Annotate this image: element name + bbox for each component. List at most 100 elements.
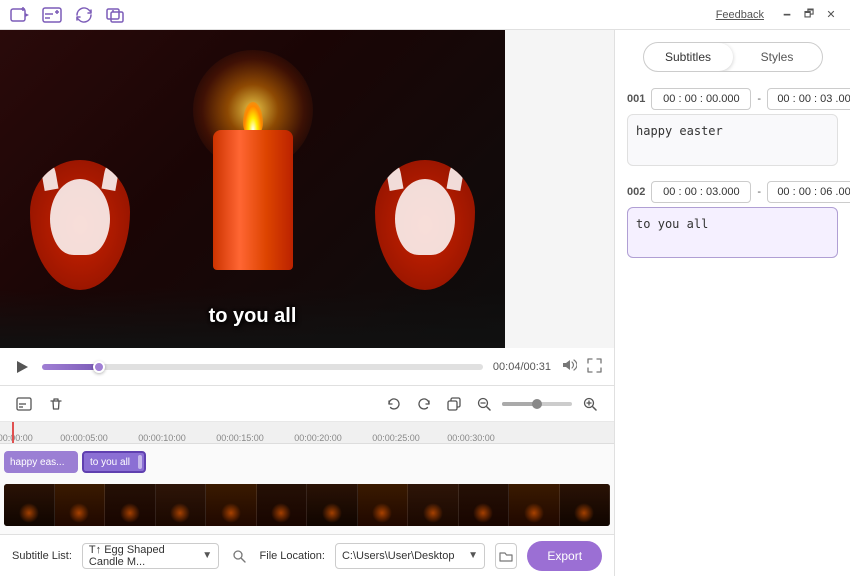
chip-toyou-label: to you all <box>90 457 130 468</box>
video-frame-10 <box>509 484 560 526</box>
time-display: 00:04/00:31 <box>493 361 551 373</box>
volume-icon[interactable] <box>561 357 577 376</box>
video-track <box>4 484 610 526</box>
title-bar: Feedback 🗕 🗗 ✕ <box>0 0 850 30</box>
video-controls: 00:04/00:31 <box>0 348 614 386</box>
subtitle-overlay: to you all <box>209 305 297 328</box>
timeline-toolbar <box>0 386 614 422</box>
ruler-mark-5: 00:00:05:00 <box>60 433 108 443</box>
ruler-mark-10: 00:00:10:00 <box>138 433 186 443</box>
search-btn[interactable] <box>229 544 249 568</box>
video-frame-5 <box>257 484 308 526</box>
delete-tool-btn[interactable] <box>44 392 68 416</box>
zoom-thumb <box>532 399 542 409</box>
file-path-label: C:\Users\User\Desktop <box>342 550 454 562</box>
left-panel: to you all 00:04/00:31 <box>0 30 614 576</box>
bottom-bar: Subtitle List: T↑ Egg Shaped Candle M...… <box>0 534 614 576</box>
file-location-select[interactable]: C:\Users\User\Desktop ▼ <box>335 543 485 569</box>
entry-2-header: 002 - + ✕ <box>627 181 838 203</box>
fullscreen-icon[interactable] <box>587 358 602 376</box>
progress-bar[interactable] <box>42 364 483 370</box>
ruler-mark-30: 00:00:30:00 <box>447 433 495 443</box>
ruler-mark-0: 00:00:00:00 <box>0 433 33 443</box>
export-button[interactable]: Export <box>527 541 602 571</box>
entry-1-start[interactable] <box>651 88 751 110</box>
add-subtitle-btn[interactable] <box>40 3 64 27</box>
subtitle-list-select[interactable]: T↑ Egg Shaped Candle M... ▼ <box>82 543 219 569</box>
drag-handle[interactable] <box>138 455 142 469</box>
video-frame-2 <box>105 484 156 526</box>
bunny-ear-right <box>102 160 121 191</box>
entry-1-end[interactable] <box>767 88 850 110</box>
tabs-row: Subtitles Styles <box>643 42 823 72</box>
video-area: to you all <box>0 30 505 348</box>
ruler-mark-25: 00:00:25:00 <box>372 433 420 443</box>
refresh-btn[interactable] <box>72 3 96 27</box>
select-arrow-icon: ▼ <box>202 550 212 561</box>
egg-right <box>375 160 475 290</box>
video-frame-7 <box>358 484 409 526</box>
entry-2-start[interactable] <box>651 181 751 203</box>
timeline-area: 00:00:00:00 00:00:05:00 00:00:10:00 00:0… <box>0 422 614 534</box>
progress-fill <box>42 364 99 370</box>
entry-1-text[interactable]: happy easter <box>627 114 838 166</box>
time-sep-2: - <box>757 186 761 198</box>
zoom-slider[interactable] <box>502 402 572 406</box>
subtitle-list-label: Subtitle List: <box>12 550 72 562</box>
batch-export-btn[interactable] <box>104 3 128 27</box>
chip-happy-label: happy eas... <box>10 457 64 468</box>
time-current: 00:04 <box>493 361 521 373</box>
copy-btn[interactable] <box>442 392 466 416</box>
zoom-in-btn[interactable] <box>578 392 602 416</box>
entry-2-num: 002 <box>627 186 645 198</box>
restore-btn[interactable]: 🗗 <box>798 4 820 26</box>
file-location-label: File Location: <box>260 550 325 562</box>
tab-styles[interactable]: Styles <box>733 43 822 71</box>
timeline-ruler: 00:00:00:00 00:00:05:00 00:00:10:00 00:0… <box>0 422 614 444</box>
undo-btn[interactable] <box>382 392 406 416</box>
toolbar-left <box>8 3 716 27</box>
bunny-ear-right-r <box>447 160 466 191</box>
close-btn[interactable]: ✕ <box>820 4 842 26</box>
video-frame-6 <box>307 484 358 526</box>
subtitle-entry-1: 001 - + ✕ happy easter <box>627 88 838 169</box>
feedback-link[interactable]: Feedback <box>716 9 764 21</box>
text-tool-btn[interactable] <box>12 392 36 416</box>
egg-left <box>30 160 130 290</box>
bunny-ear-left <box>40 160 59 191</box>
timeline-playhead[interactable] <box>12 422 14 443</box>
subtitle-file-label: T↑ Egg Shaped Candle M... <box>89 544 202 568</box>
video-frame: to you all <box>0 30 505 348</box>
video-frame-0 <box>4 484 55 526</box>
open-folder-btn[interactable] <box>495 543 517 569</box>
progress-thumb <box>93 361 105 373</box>
subtitle-chip-toyou[interactable]: to you all <box>82 451 146 473</box>
time-total: 00:31 <box>524 361 552 373</box>
video-frame-9 <box>459 484 510 526</box>
redo-btn[interactable] <box>412 392 436 416</box>
ruler-mark-20: 00:00:20:00 <box>294 433 342 443</box>
video-frame-1 <box>55 484 106 526</box>
timeline-right-tools <box>382 392 602 416</box>
subtitle-entry-2: 002 - + ✕ to you all <box>627 181 838 262</box>
play-button[interactable] <box>12 357 32 377</box>
minimize-btn[interactable]: 🗕 <box>776 4 798 26</box>
tab-subtitles[interactable]: Subtitles <box>644 43 733 71</box>
subtitle-track: happy eas... to you all <box>0 448 614 476</box>
video-frame-11 <box>560 484 611 526</box>
add-video-btn[interactable] <box>8 3 32 27</box>
entry-1-header: 001 - + ✕ <box>627 88 838 110</box>
entry-2-text[interactable]: to you all <box>627 207 838 259</box>
file-select-arrow: ▼ <box>468 550 478 561</box>
ruler-mark-15: 00:00:15:00 <box>216 433 264 443</box>
zoom-out-btn[interactable] <box>472 392 496 416</box>
subtitle-chip-happy[interactable]: happy eas... <box>4 451 78 473</box>
right-panel: Subtitles Styles 001 - + ✕ happy easter … <box>614 30 850 576</box>
candle-body <box>213 130 293 270</box>
main-container: to you all 00:04/00:31 <box>0 30 850 576</box>
entry-1-num: 001 <box>627 93 645 105</box>
video-frame-8 <box>408 484 459 526</box>
bunny-ear-left-r <box>385 160 404 191</box>
timeline-tracks: happy eas... to you all <box>0 444 614 534</box>
entry-2-end[interactable] <box>767 181 850 203</box>
